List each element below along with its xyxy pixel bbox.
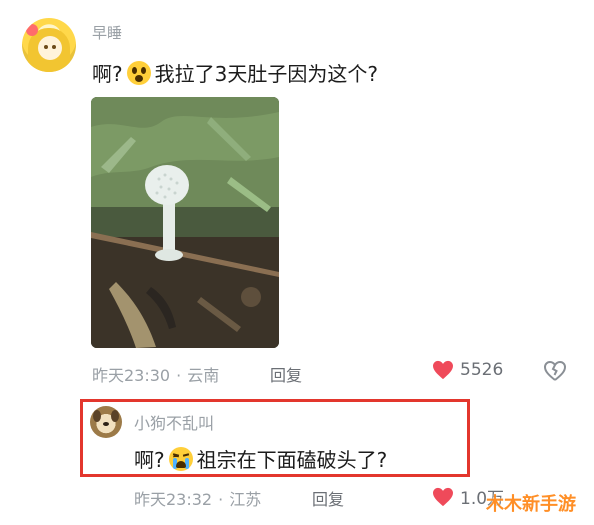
avatar-eye <box>52 45 56 49</box>
heart-icon <box>433 360 453 380</box>
avatar-eye <box>44 45 48 49</box>
reply-username[interactable]: 小狗不乱叫 <box>134 410 214 434</box>
crying-face-emoji-icon <box>168 446 193 471</box>
reply-text: 啊? 祖宗在下面磕破头了? <box>134 444 387 473</box>
comment-text-body: 我拉了3天肚子因为这个? <box>154 62 378 86</box>
comment-meta: 昨天23:30 · 云南 <box>92 362 219 386</box>
comment-photo-mushroom[interactable] <box>91 97 279 348</box>
avatar-face <box>38 36 62 60</box>
reply-button[interactable]: 回复 <box>270 362 302 386</box>
heart-icon <box>433 487 453 506</box>
reply-meta: 昨天23:32 · 江苏 <box>134 486 261 510</box>
avatar-dog-ear <box>111 410 119 422</box>
comment-text-prefix: 啊? <box>92 62 123 86</box>
reply-user-avatar[interactable] <box>90 406 122 438</box>
broken-heart-icon[interactable] <box>543 360 567 382</box>
avatar-dog-ear <box>93 410 101 422</box>
comment-username[interactable]: 早睡 <box>92 22 122 43</box>
reply-text-prefix: 啊? <box>134 448 165 472</box>
reply-timestamp: 昨天23:32 <box>134 490 213 509</box>
like-button[interactable]: 5526 <box>432 360 503 380</box>
comment-timestamp: 昨天23:30 <box>92 366 171 385</box>
comment-location: 云南 <box>187 366 220 385</box>
meta-separator: · <box>218 490 224 509</box>
comment-text: 啊? 我拉了3天肚子因为这个? <box>92 58 378 87</box>
avatar-bow <box>26 24 38 36</box>
shocked-face-emoji-icon <box>126 60 151 85</box>
avatar-dog-nose <box>103 422 109 426</box>
watermark-logo: 木木新手游 <box>486 494 576 515</box>
mushroom-photo-image <box>91 97 279 348</box>
meta-separator: · <box>176 366 182 385</box>
user-avatar[interactable] <box>22 18 76 72</box>
reply-location: 江苏 <box>229 490 262 509</box>
like-count: 5526 <box>460 360 504 380</box>
reply-to-reply-button[interactable]: 回复 <box>312 486 344 510</box>
reply-text-body: 祖宗在下面磕破头了? <box>196 448 388 472</box>
